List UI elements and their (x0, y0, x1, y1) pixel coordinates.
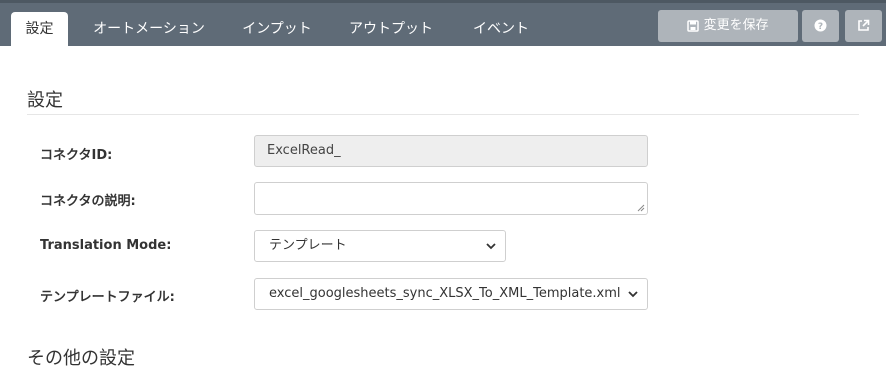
top-navbar: 設定 オートメーション インプット アウトプット イベント 変更を保存 ? (0, 0, 886, 49)
translation-mode-select[interactable]: テンプレート (254, 230, 506, 262)
template-file-label: テンプレートファイル: (40, 290, 175, 305)
section-title: 設定 (27, 90, 63, 111)
save-icon (687, 18, 703, 33)
connector-id-label: コネクタID: (40, 148, 113, 163)
section-divider (27, 114, 859, 115)
svg-text:?: ? (818, 22, 823, 32)
template-file-value: excel_googlesheets_sync_XLSX_To_XML_Temp… (269, 286, 621, 301)
external-link-button[interactable] (845, 10, 882, 42)
tab-settings[interactable]: 設定 (11, 12, 68, 49)
other-settings-title: その他の設定 (27, 348, 135, 369)
tab-output[interactable]: アウトプット (340, 12, 442, 49)
tab-automation[interactable]: オートメーション (84, 12, 214, 49)
question-circle-icon: ? (814, 18, 827, 33)
template-file-select[interactable]: excel_googlesheets_sync_XLSX_To_XML_Temp… (254, 278, 648, 310)
help-button[interactable]: ? (802, 10, 839, 42)
translation-mode-label: Translation Mode: (40, 238, 172, 253)
tab-input[interactable]: インプット (232, 12, 322, 49)
save-button[interactable]: 変更を保存 (658, 10, 798, 42)
description-label: コネクタの説明: (40, 194, 136, 209)
tab-events[interactable]: イベント (462, 12, 540, 49)
connector-id-field[interactable]: ExcelRead_ (254, 135, 648, 167)
resize-handle-icon[interactable] (637, 204, 645, 212)
save-label: 変更を保存 (703, 18, 769, 33)
external-link-icon (857, 18, 870, 33)
translation-mode-value: テンプレート (269, 238, 347, 253)
description-textarea[interactable] (254, 182, 648, 215)
chevron-down-icon (486, 243, 496, 250)
chevron-down-icon (628, 291, 638, 298)
